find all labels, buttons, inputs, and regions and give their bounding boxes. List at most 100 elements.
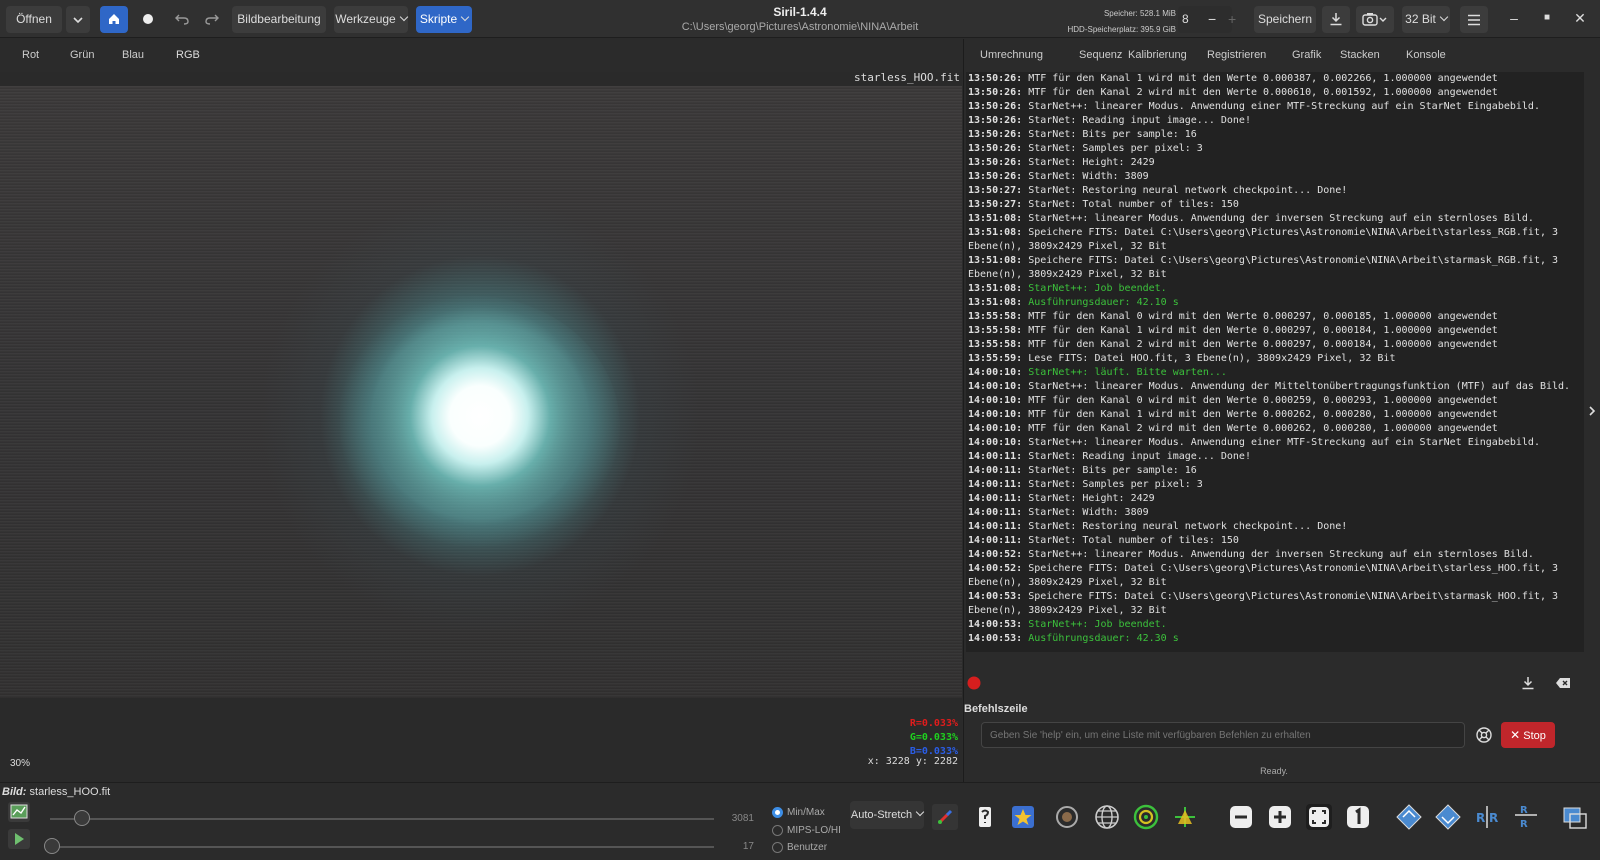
- minimize-button[interactable]: –: [1504, 8, 1524, 28]
- save-log-icon[interactable]: [1521, 676, 1535, 690]
- console-timestamp: 13:55:59:: [968, 353, 1023, 364]
- current-image-label: Bild: starless_HOO.fit: [2, 786, 110, 798]
- record-icon: [143, 14, 153, 24]
- console-message: Ausführungsdauer: 42.30 s: [1028, 633, 1179, 644]
- color-picker-icon[interactable]: [930, 802, 960, 832]
- zoom-in-icon[interactable]: [1265, 802, 1295, 832]
- clear-log-icon[interactable]: [1555, 677, 1571, 689]
- threads-spinner[interactable]: 8 − +: [1178, 6, 1236, 33]
- tab-plot[interactable]: Grafik: [1292, 49, 1321, 61]
- tab-blue[interactable]: Blau: [122, 49, 144, 61]
- console-message: StarNet: Total number of tiles: 150: [1028, 535, 1239, 546]
- negative-view-icon[interactable]: [970, 802, 1000, 832]
- rotate-right-icon[interactable]: [1433, 802, 1463, 832]
- mirror-x-icon[interactable]: RR: [1472, 802, 1502, 832]
- main-menu-button[interactable]: [1460, 6, 1488, 33]
- console-timestamp: 14:00:11:: [968, 535, 1023, 546]
- panel-toggle[interactable]: [1585, 39, 1600, 782]
- redo-button[interactable]: [200, 6, 224, 33]
- high-slider-track[interactable]: [50, 818, 714, 820]
- play-button[interactable]: [8, 829, 30, 849]
- console-message: StarNet: Reading input image... Done!: [1028, 451, 1251, 462]
- tab-rgb[interactable]: RGB: [162, 49, 214, 74]
- open-button[interactable]: Öffnen: [6, 6, 62, 33]
- console-line: 14:00:11: StarNet: Reading input image..…: [968, 450, 1582, 464]
- radio-label: Benutzer: [787, 842, 828, 854]
- low-slider-knob[interactable]: [44, 838, 60, 854]
- console-line: 14:00:10: MTF für den Kanal 1 wird mit d…: [968, 408, 1582, 422]
- image-processing-menu[interactable]: Bildbearbeitung: [232, 6, 326, 33]
- tab-registration[interactable]: Registrieren: [1207, 49, 1266, 61]
- image-viewport[interactable]: starless_HOO.fit R=0.033% G=0.033% B=0.0…: [0, 72, 962, 782]
- console-log[interactable]: ​ 13:50:26: MTF für den Kanal 1 wird mit…: [966, 72, 1584, 652]
- svg-text:R: R: [1520, 819, 1528, 830]
- annotate-icon[interactable]: [1170, 802, 1200, 832]
- radio-minmax[interactable]: Min/Max: [772, 807, 825, 818]
- command-input[interactable]: [981, 722, 1465, 748]
- save-as-button[interactable]: [1322, 6, 1350, 33]
- tab-sequence[interactable]: Sequenz: [1079, 49, 1122, 61]
- console-message: MTF für den Kanal 1 wird mit den Werte 0…: [1028, 73, 1498, 84]
- scripts-menu[interactable]: Skripte: [416, 6, 472, 33]
- chevron-down-icon: [73, 17, 83, 24]
- undo-button[interactable]: [170, 6, 194, 33]
- tab-calibration[interactable]: Kalibrierung: [1128, 49, 1187, 61]
- star-icon[interactable]: [1008, 802, 1038, 832]
- nebula-image[interactable]: [0, 86, 962, 698]
- display-mode-button[interactable]: [8, 802, 30, 822]
- console-message: StarNet: Reading input image... Done!: [1028, 115, 1251, 126]
- decrement-icon[interactable]: −: [1208, 6, 1216, 33]
- console-line: 13:50:26: StarNet: Bits per sample: 16: [968, 128, 1582, 142]
- command-line-label: Befehlszeile: [964, 703, 1028, 715]
- console-line: 13:51:08: StarNet++: Job beendet.: [968, 282, 1582, 296]
- console-timestamp: 13:50:26:: [968, 129, 1023, 140]
- snapshot-button[interactable]: [1356, 6, 1394, 33]
- tab-console[interactable]: Konsole: [1396, 49, 1456, 74]
- zoom-one-icon[interactable]: [1343, 802, 1373, 832]
- mirror-y-icon[interactable]: RR: [1511, 802, 1541, 832]
- console-timestamp: 13:51:08:: [968, 255, 1023, 266]
- tab-green[interactable]: Grün: [70, 49, 94, 61]
- radio-dot: [772, 825, 783, 836]
- globe-icon[interactable]: [1092, 802, 1122, 832]
- tools-menu[interactable]: Werkzeuge: [334, 6, 408, 33]
- console-line: 14:00:11: StarNet: Bits per sample: 16: [968, 464, 1582, 478]
- radio-mips[interactable]: MIPS-LO/HI: [772, 825, 841, 836]
- console-line: 14:00:52: StarNet++: linearer Modus. Anw…: [968, 548, 1582, 562]
- home-button[interactable]: [100, 6, 128, 33]
- low-slider-track[interactable]: [50, 846, 714, 848]
- target-icon[interactable]: [1131, 802, 1161, 832]
- help-icon[interactable]: [1476, 727, 1492, 743]
- console-timestamp: 13:55:58:: [968, 339, 1023, 350]
- save-button[interactable]: Speichern: [1254, 6, 1316, 33]
- maximize-button[interactable]: ■: [1537, 8, 1557, 28]
- console-timestamp: 14:00:10:: [968, 409, 1023, 420]
- stop-button[interactable]: ✕ Stop: [1501, 722, 1555, 748]
- tab-conversion[interactable]: Umrechnung: [980, 49, 1043, 61]
- radio-user[interactable]: Benutzer: [772, 842, 827, 853]
- psf-icon[interactable]: [1052, 802, 1082, 832]
- bit-depth-selector[interactable]: 32 Bit: [1402, 6, 1450, 33]
- stretch-mode-dropdown[interactable]: Auto-Stretch: [850, 801, 924, 829]
- tab-red[interactable]: Rot: [22, 49, 39, 61]
- console-timestamp: 14:00:11:: [968, 507, 1023, 518]
- console-line: 14:00:11: StarNet: Width: 3809: [968, 506, 1582, 520]
- console-timestamp: 14:00:52:: [968, 549, 1023, 560]
- console-message: StarNet: Bits per sample: 16: [1028, 465, 1197, 476]
- zoom-out-icon[interactable]: [1226, 802, 1256, 832]
- high-slider-knob[interactable]: [74, 810, 90, 826]
- zoom-fit-icon[interactable]: [1304, 802, 1334, 832]
- crop-icon[interactable]: [1560, 802, 1590, 832]
- console-timestamp: 13:51:08:: [968, 297, 1023, 308]
- console-timestamp: 13:55:58:: [968, 311, 1023, 322]
- livestack-button[interactable]: [134, 6, 162, 33]
- tab-stacking[interactable]: Stacken: [1340, 49, 1380, 61]
- console-timestamp: 14:00:10:: [968, 381, 1023, 392]
- rotate-left-icon[interactable]: [1394, 802, 1424, 832]
- increment-icon[interactable]: +: [1228, 6, 1236, 33]
- close-window-button[interactable]: ✕: [1570, 8, 1590, 28]
- recent-files-dropdown[interactable]: [66, 6, 90, 33]
- console-timestamp: 13:50:26:: [968, 171, 1023, 182]
- console-line: 14:00:10: StarNet++: linearer Modus. Anw…: [968, 380, 1582, 394]
- console-timestamp: 14:00:10:: [968, 423, 1023, 434]
